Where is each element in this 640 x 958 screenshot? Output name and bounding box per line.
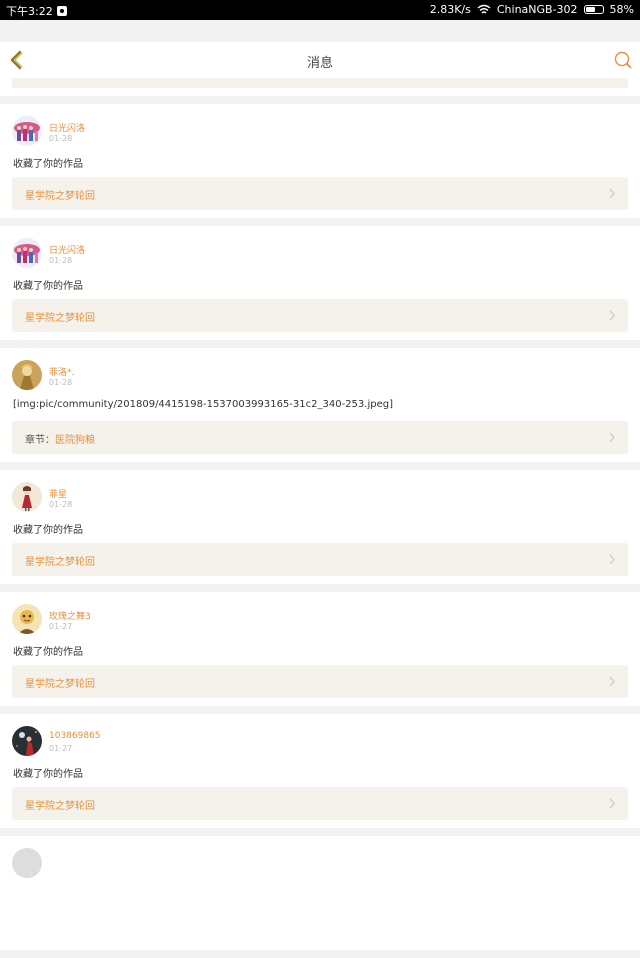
status-bar-left: 下午3:22 (6, 3, 67, 19)
work-title: 星学院之梦轮回 (25, 191, 95, 202)
message-card: 玫瑰之舞3 01-27 收藏了你的作品 星学院之梦轮回 (0, 592, 640, 706)
work-title: 星学院之梦轮回 (25, 679, 95, 690)
message-text: 收藏了你的作品 (13, 281, 83, 292)
battery-fill (585, 7, 595, 12)
username[interactable]: 日光闪洛 (49, 243, 85, 256)
page-title: 消息 (306, 56, 333, 71)
message-date: 01-27 (49, 744, 73, 753)
work-title: 星学院之梦轮回 (25, 313, 95, 324)
message-card: 日光闪洛 01-28 收藏了你的作品 星学院之梦轮回 (0, 226, 640, 340)
message-text: 收藏了你的作品 (13, 525, 83, 536)
work-title: 星学院之梦轮回 (25, 801, 95, 812)
message-date: 01-27 (49, 622, 73, 631)
previous-link-box-partial[interactable] (12, 78, 628, 88)
message-date: 01-28 (49, 378, 73, 387)
chevron-right-icon (609, 798, 615, 809)
wifi-icon (477, 4, 491, 14)
message-date: 01-28 (49, 134, 73, 143)
chevron-right-icon (609, 188, 615, 199)
message-list: 日光闪洛 01-28 收藏了你的作品 星学院之梦轮回 日光闪洛 01-28 收藏… (0, 104, 640, 958)
work-title: 星学院之梦轮回 (25, 557, 95, 568)
username[interactable]: 日光闪洛 (49, 121, 85, 134)
message-text: [img:pic/community/201809/4415198-153700… (13, 399, 393, 410)
message-text: 收藏了你的作品 (13, 769, 83, 780)
battery-percent: 58% (609, 3, 634, 16)
network-speed: 2.83K/s (429, 3, 471, 16)
message-text: 收藏了你的作品 (13, 159, 83, 170)
username[interactable]: 菲星 (49, 487, 67, 500)
wifi-name: ChinaNGB-302 (496, 3, 578, 16)
username[interactable]: 玫瑰之舞3 (49, 609, 91, 622)
chevron-right-icon (609, 676, 615, 687)
work-link[interactable]: 星学院之梦轮回 (12, 299, 628, 332)
message-card: 103869865 01-27 收藏了你的作品 星学院之梦轮回 (0, 714, 640, 828)
chevron-right-icon (609, 432, 615, 443)
username[interactable]: 菲洛*. (49, 365, 74, 378)
username[interactable]: 103869865 (49, 731, 101, 741)
work-link[interactable]: 星学院之梦轮回 (12, 787, 628, 820)
message-card: 菲星 01-28 收藏了你的作品 星学院之梦轮回 (0, 470, 640, 584)
link-prefix: 章节： (25, 435, 55, 446)
avatar[interactable] (12, 360, 42, 390)
header-bar: 消息 (0, 42, 640, 78)
chevron-right-icon (609, 310, 615, 321)
avatar[interactable] (12, 116, 42, 146)
chapter-link[interactable]: 章节：医院狗粮 (12, 421, 628, 454)
message-card-partial (0, 836, 640, 950)
previous-card-partial (0, 78, 640, 96)
status-time: 下午3:22 (6, 5, 53, 18)
avatar[interactable] (12, 726, 42, 756)
status-bar: 下午3:22 2.83K/s ChinaNGB-302 58% (0, 0, 640, 20)
battery-icon (583, 5, 604, 14)
avatar[interactable] (12, 604, 42, 634)
message-date: 01-28 (49, 500, 73, 509)
notification-app-icon (56, 6, 67, 16)
work-link[interactable]: 星学院之梦轮回 (12, 665, 628, 698)
message-text: 收藏了你的作品 (13, 647, 83, 658)
search-icon[interactable] (614, 51, 632, 69)
work-link[interactable]: 星学院之梦轮回 (12, 543, 628, 576)
avatar[interactable] (12, 482, 42, 512)
message-card: 菲洛*. 01-28 [img:pic/community/201809/441… (0, 348, 640, 462)
work-link[interactable]: 星学院之梦轮回 (12, 177, 628, 210)
chevron-right-icon (609, 554, 615, 565)
chapter-title: 医院狗粮 (55, 435, 95, 446)
message-card: 日光闪洛 01-28 收藏了你的作品 星学院之梦轮回 (0, 104, 640, 218)
status-bar-right: 2.83K/s ChinaNGB-302 58% (430, 3, 634, 16)
message-date: 01-28 (49, 256, 73, 265)
avatar[interactable] (12, 238, 42, 268)
